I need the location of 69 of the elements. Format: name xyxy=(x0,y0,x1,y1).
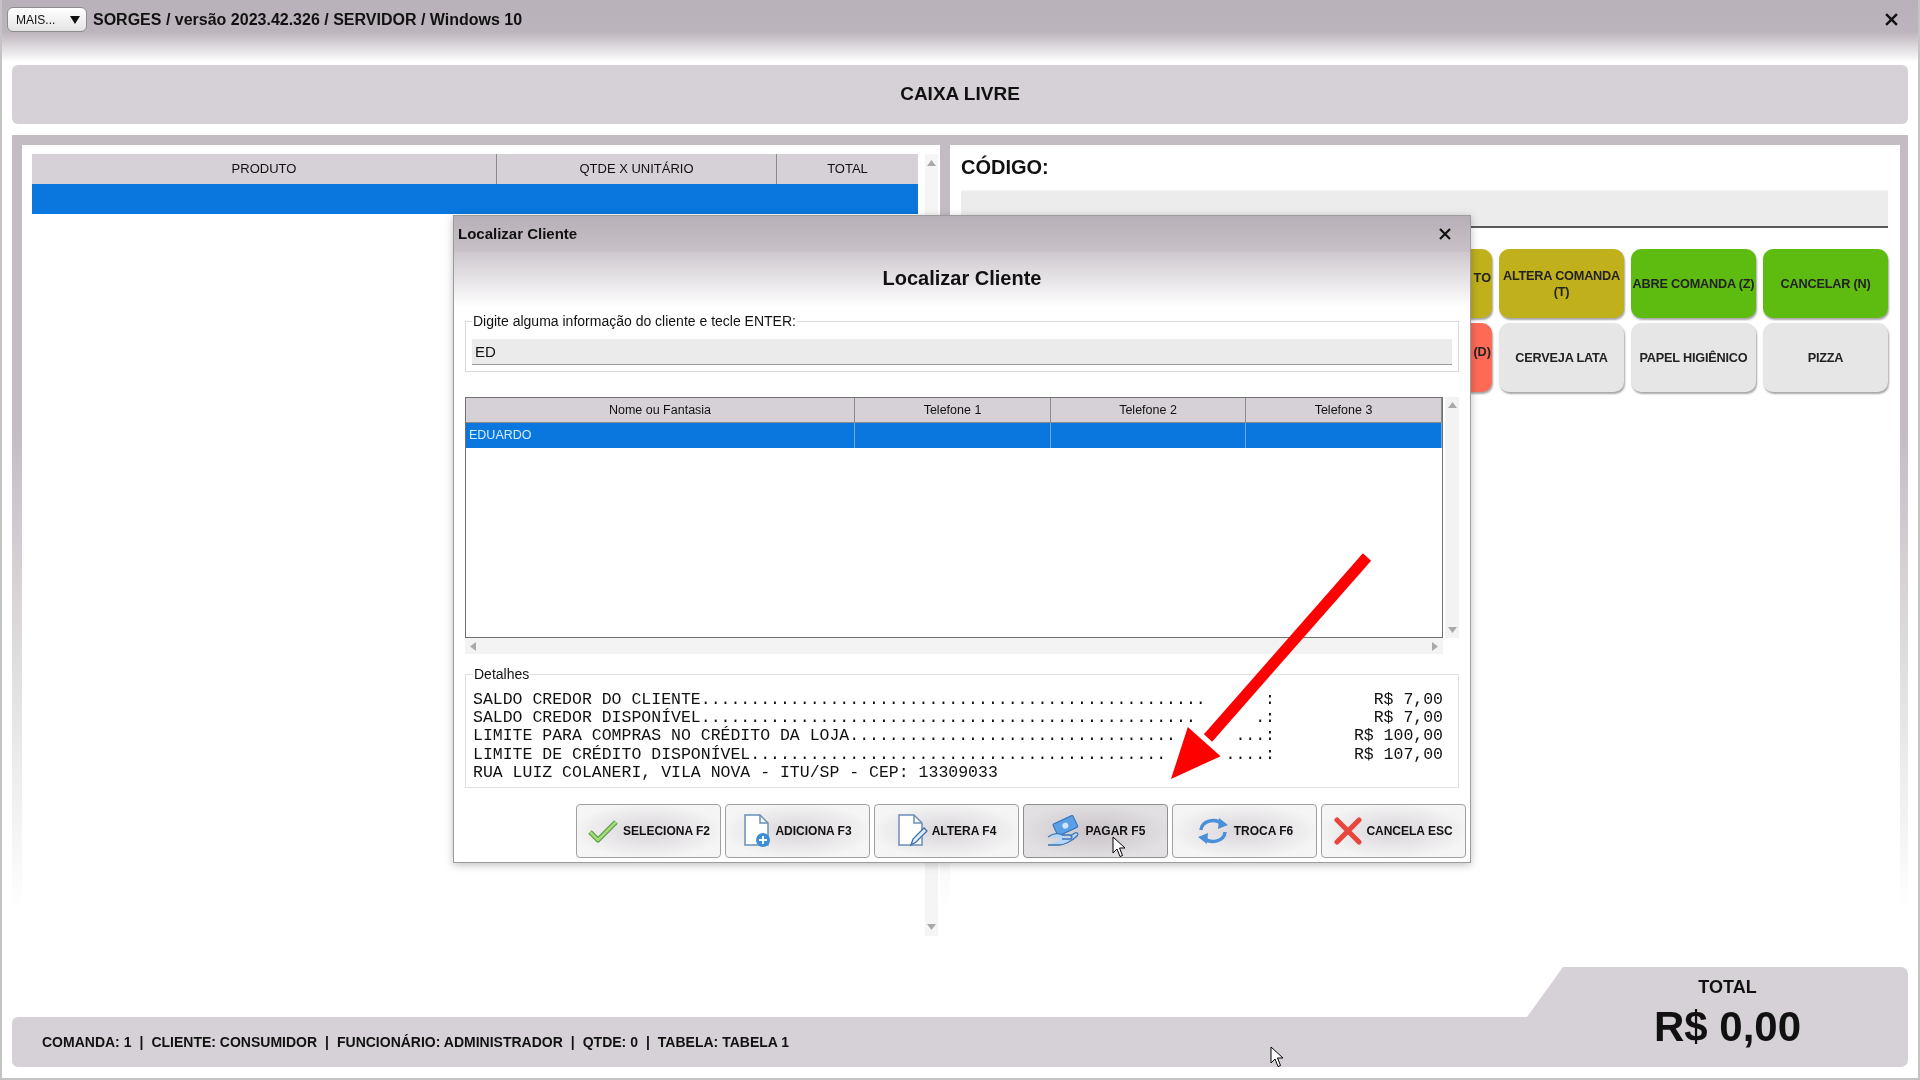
detail-text: RUA LUIZ COLANERI, VILA NOVA - ITU/SP - CEP: 13309033 xyxy=(473,763,998,782)
quick-button[interactable]: CERVEJA LATA xyxy=(1499,323,1624,392)
detail-label: LIMITE PARA COMPRAS NO CRÉDITO DA LOJA................................. xyxy=(473,727,1176,746)
quick-button[interactable]: CANCELAR (N) xyxy=(1763,249,1888,318)
close-icon[interactable] xyxy=(1885,13,1898,26)
window-title: SORGES / versão 2023.42.326 / SERVIDOR / Windows 10 xyxy=(93,10,523,30)
column-header: TOTAL xyxy=(826,160,869,179)
scroll-right-icon[interactable] xyxy=(1432,641,1438,651)
scroll-up-icon[interactable] xyxy=(1447,402,1457,408)
table-row[interactable] xyxy=(32,184,918,214)
scroll-left-icon[interactable] xyxy=(470,641,476,651)
vertical-scrollbar[interactable] xyxy=(1445,397,1459,638)
dialog-action-button[interactable]: PAGAR F5 xyxy=(1023,804,1168,858)
search-input-field[interactable]: ED xyxy=(472,339,1452,365)
table-row[interactable]: EDUARDO xyxy=(466,423,1442,448)
column-header: Telefone 3 xyxy=(1246,398,1442,422)
code-label: CÓDIGO: xyxy=(961,155,1050,179)
table-cell-text: EDUARDO xyxy=(469,427,532,445)
menu-button[interactable]: MAIS... xyxy=(7,7,87,32)
dialog-title: Localizar Cliente xyxy=(458,223,578,244)
scroll-down-icon[interactable] xyxy=(1447,627,1457,633)
dot-leader-end: .: xyxy=(1255,709,1275,728)
search-label: Digite alguma informação do cliente e tecle ENTER: xyxy=(472,313,797,330)
dot-leader-end: ...: xyxy=(1235,727,1275,746)
status-field: COMANDA: 1 xyxy=(42,1031,132,1053)
quick-button[interactable]: PAPEL HIGIÊNICO xyxy=(1631,323,1756,392)
separator-text: | xyxy=(645,1032,650,1052)
column-header: Telefone 2 xyxy=(1051,398,1246,422)
separator-text: | xyxy=(570,1032,575,1052)
x-mark-icon xyxy=(1334,817,1363,845)
scroll-up-icon[interactable] xyxy=(927,160,936,166)
dot-leader-end: ....: xyxy=(1225,745,1275,764)
status-field: QTDE: 0 xyxy=(582,1031,638,1053)
total-value: R$ 0,00 xyxy=(1653,1003,1802,1051)
status-field: CLIENTE: CONSUMIDOR xyxy=(151,1031,318,1053)
mouse-pointer-icon xyxy=(1270,1046,1284,1068)
dialog-action-button[interactable]: CANCELA ESC xyxy=(1321,804,1466,858)
details-label: Detalhes xyxy=(473,666,531,683)
dialog-action-button[interactable]: TROCA F6 xyxy=(1172,804,1317,858)
caret-down-icon xyxy=(70,15,80,24)
detail-value: R$ 7,00 xyxy=(1373,709,1443,728)
detail-value: R$ 107,00 xyxy=(1353,745,1443,764)
total-label: TOTAL xyxy=(1698,976,1757,998)
quick-button[interactable]: PIZZA xyxy=(1763,323,1888,392)
document-plus-icon xyxy=(743,814,772,848)
column-header: Telefone 1 xyxy=(855,398,1051,422)
dialog-heading: Localizar Cliente xyxy=(882,266,1042,291)
column-header: Nome ou Fantasia xyxy=(466,398,855,422)
check-icon xyxy=(587,818,620,844)
document-pencil-icon xyxy=(896,814,928,848)
detail-value: R$ 100,00 xyxy=(1353,727,1443,746)
detail-label: SALDO CREDOR DO CLIENTE................................................... xyxy=(473,691,1206,709)
dot-leader-end: : xyxy=(1265,691,1275,710)
quick-button[interactable]: ABRE COMANDA (Z) xyxy=(1631,249,1756,318)
status-field: TABELA: TABELA 1 xyxy=(657,1031,790,1053)
separator-text: | xyxy=(139,1032,144,1052)
dialog-action-button[interactable]: ADICIONA F3 xyxy=(725,804,870,858)
detail-label: LIMITE DE CRÉDITO DISPONÍVEL.......................................... xyxy=(473,745,1167,764)
close-icon[interactable] xyxy=(1439,228,1451,240)
horizontal-scrollbar[interactable] xyxy=(465,638,1443,654)
header-title: CAIXA LIVRE xyxy=(900,82,1020,107)
separator-text: | xyxy=(325,1032,329,1052)
dialog-action-button[interactable]: ALTERA F4 xyxy=(874,804,1019,858)
detail-value: R$ 7,00 xyxy=(1373,691,1443,710)
quick-button[interactable]: ALTERA COMANDA (T) xyxy=(1499,249,1624,318)
status-field: FUNCIONÁRIO: ADMINISTRADOR xyxy=(336,1031,563,1053)
mouse-pointer-icon xyxy=(1112,836,1126,858)
dialog-action-button[interactable]: SELECIONA F2 xyxy=(576,804,721,858)
scroll-down-icon[interactable] xyxy=(927,924,936,930)
